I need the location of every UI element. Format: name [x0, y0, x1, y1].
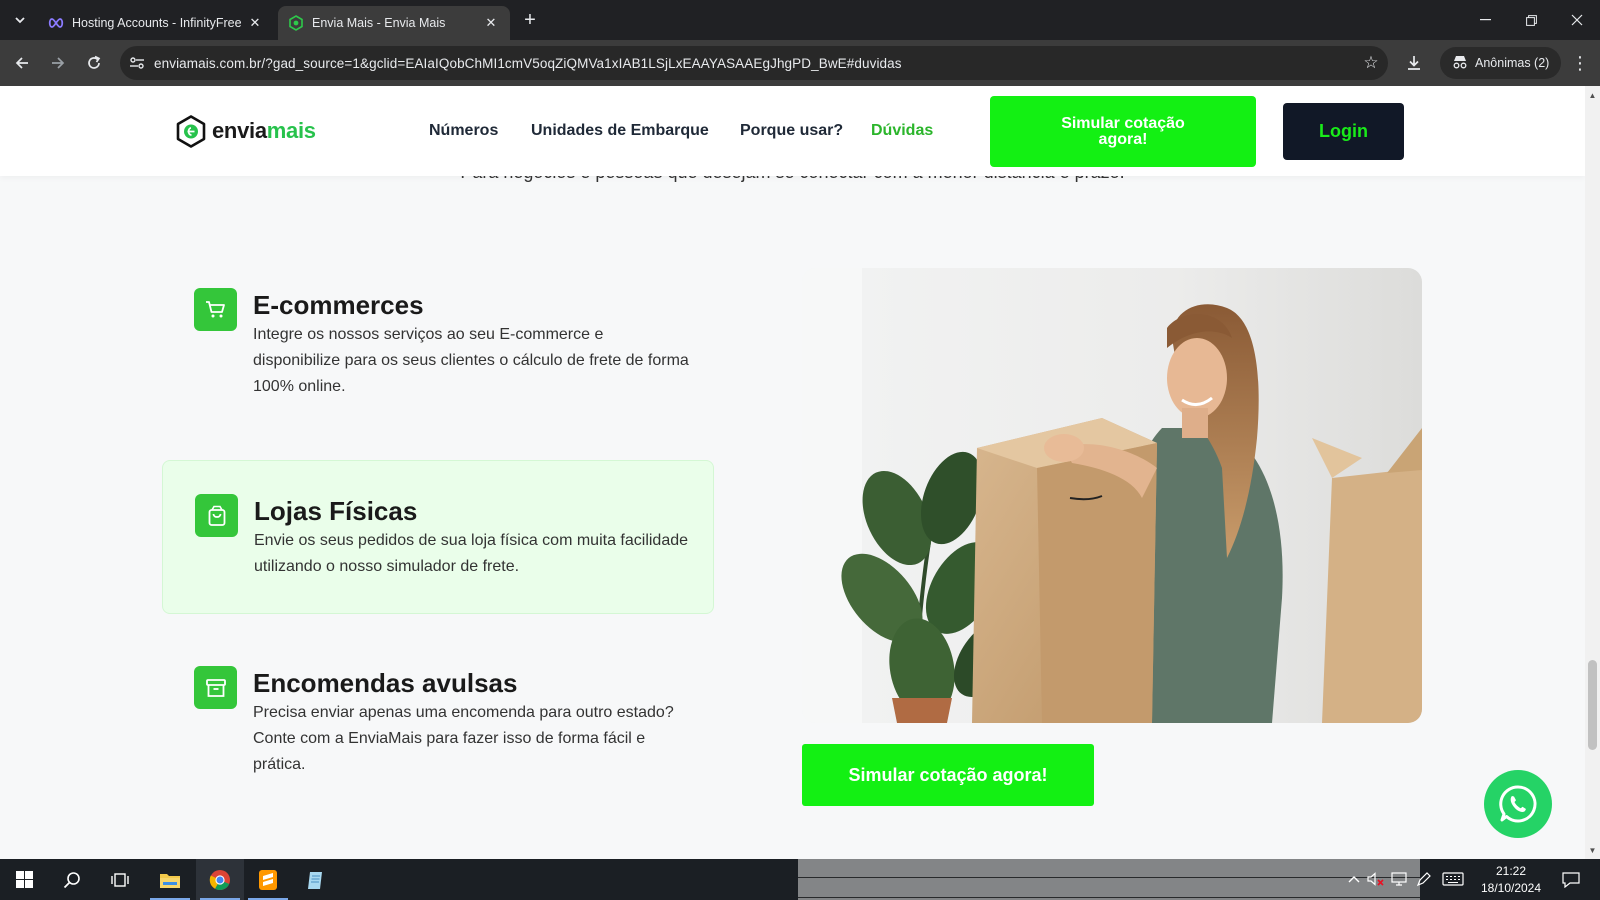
feature-title: Lojas Físicas — [254, 496, 418, 526]
bookmark-star-icon[interactable]: ☆ — [1354, 46, 1388, 80]
site-settings-icon[interactable] — [120, 46, 154, 80]
back-arrow-icon[interactable] — [8, 49, 36, 77]
shopping-cart-icon — [194, 288, 237, 331]
nav-unidades-de-embarque[interactable]: Unidades de Embarque — [531, 122, 709, 140]
logo-text-envia: envia — [212, 118, 267, 143]
tab-search-chevron-icon[interactable] — [8, 8, 32, 32]
file-explorer-icon[interactable] — [146, 859, 194, 900]
close-window-icon[interactable] — [1554, 0, 1600, 40]
new-tab-button[interactable]: + — [518, 8, 542, 32]
network-icon[interactable] — [1390, 869, 1410, 889]
taskbar-background-peek — [798, 859, 1420, 900]
woman-holding-box-photo — [802, 268, 1422, 723]
task-view-icon[interactable] — [96, 859, 144, 900]
close-icon[interactable]: ✕ — [482, 14, 500, 32]
forward-arrow-icon[interactable] — [44, 49, 72, 77]
minimize-icon[interactable] — [1462, 0, 1508, 40]
feature-description: Precisa enviar apenas uma encomenda para… — [253, 704, 674, 773]
archive-box-icon — [194, 666, 237, 709]
download-icon[interactable] — [1400, 49, 1428, 77]
header-simulate-quote-button[interactable]: Simular cotação agora! — [990, 96, 1256, 167]
browser-toolbar: enviamais.com.br/?gad_source=1&gclid=EAI… — [0, 40, 1600, 86]
speaker-muted-icon[interactable] — [1366, 869, 1386, 889]
infinity-icon — [48, 15, 64, 31]
simulate-quote-button[interactable]: Simular cotação agora! — [802, 744, 1094, 806]
feature-title: E-commerces — [253, 290, 424, 320]
incognito-label: Anônimas (2) — [1475, 56, 1550, 70]
feature-description: Envie os seus pedidos de sua loja física… — [254, 532, 689, 575]
feature-ecommerce: E-commerces Integre os nossos serviços a… — [162, 262, 714, 412]
scroll-down-arrow-icon[interactable]: ▼ — [1585, 843, 1600, 857]
nav-duvidas[interactable]: Dúvidas — [871, 122, 933, 140]
more-menu-icon[interactable]: ⋮ — [1566, 49, 1594, 77]
scroll-up-arrow-icon[interactable]: ▲ — [1585, 88, 1600, 102]
feature-title: Encomendas avulsas — [253, 668, 518, 698]
incognito-icon — [1452, 55, 1468, 72]
feature-encomendas-avulsas: Encomendas avulsas Precisa enviar apenas… — [162, 634, 714, 794]
url-text[interactable]: enviamais.com.br/?gad_source=1&gclid=EAI… — [154, 56, 1354, 71]
windows-start-icon[interactable] — [0, 859, 48, 900]
login-button[interactable]: Login — [1283, 103, 1404, 160]
search-icon[interactable] — [48, 859, 96, 900]
incognito-button[interactable]: Anônimas (2) — [1440, 47, 1562, 79]
tab-title: Envia Mais - Envia Mais — [312, 16, 446, 30]
site-header: envia mais Números Unidades de Embarque P… — [0, 86, 1585, 176]
close-icon[interactable]: ✕ — [246, 14, 264, 32]
keyboard-icon[interactable] — [1440, 869, 1466, 889]
whatsapp-icon[interactable] — [1484, 770, 1552, 838]
tab-title: Hosting Accounts - InfinityFree — [72, 16, 242, 30]
sublime-text-icon[interactable] — [244, 859, 292, 900]
page-viewport: Para negócios e pessoas que desejam se c… — [0, 86, 1585, 859]
restore-icon[interactable] — [1508, 0, 1554, 40]
browser-tabstrip: Hosting Accounts - InfinityFree ✕ Envia … — [0, 0, 1600, 40]
feature-description: Integre os nossos serviços ao seu E-comm… — [253, 326, 689, 395]
windows-taskbar: 21:22 18/10/2024 — [0, 859, 1600, 900]
scrollbar-thumb[interactable] — [1588, 660, 1597, 750]
feature-lojas-fisicas: Lojas Físicas Envie os seus pedidos de s… — [162, 460, 714, 614]
reload-icon[interactable] — [80, 49, 108, 77]
taskbar-clock[interactable]: 21:22 18/10/2024 — [1470, 863, 1552, 897]
clock-time: 21:22 — [1495, 864, 1527, 878]
clock-date: 18/10/2024 — [1480, 881, 1542, 895]
shopping-bag-icon — [195, 494, 238, 537]
address-bar[interactable]: enviamais.com.br/?gad_source=1&gclid=EAI… — [120, 46, 1388, 80]
pen-icon[interactable] — [1414, 869, 1434, 889]
tab-enviamais[interactable]: Envia Mais - Envia Mais ✕ — [278, 6, 510, 40]
enviamais-logo[interactable]: envia mais — [176, 114, 316, 148]
nav-numeros[interactable]: Números — [429, 122, 498, 140]
notepad-icon[interactable] — [292, 859, 340, 900]
logo-text-mais: mais — [266, 118, 316, 143]
page-scrollbar[interactable]: ▲ ▼ — [1585, 86, 1600, 859]
enviamais-favicon — [288, 15, 304, 31]
nav-porque-usar[interactable]: Porque usar? — [740, 122, 843, 140]
tab-infinityfree[interactable]: Hosting Accounts - InfinityFree ✕ — [38, 6, 274, 40]
chevron-up-icon[interactable] — [1344, 869, 1364, 889]
notification-center-icon[interactable] — [1558, 867, 1584, 893]
chrome-icon[interactable] — [196, 859, 244, 900]
